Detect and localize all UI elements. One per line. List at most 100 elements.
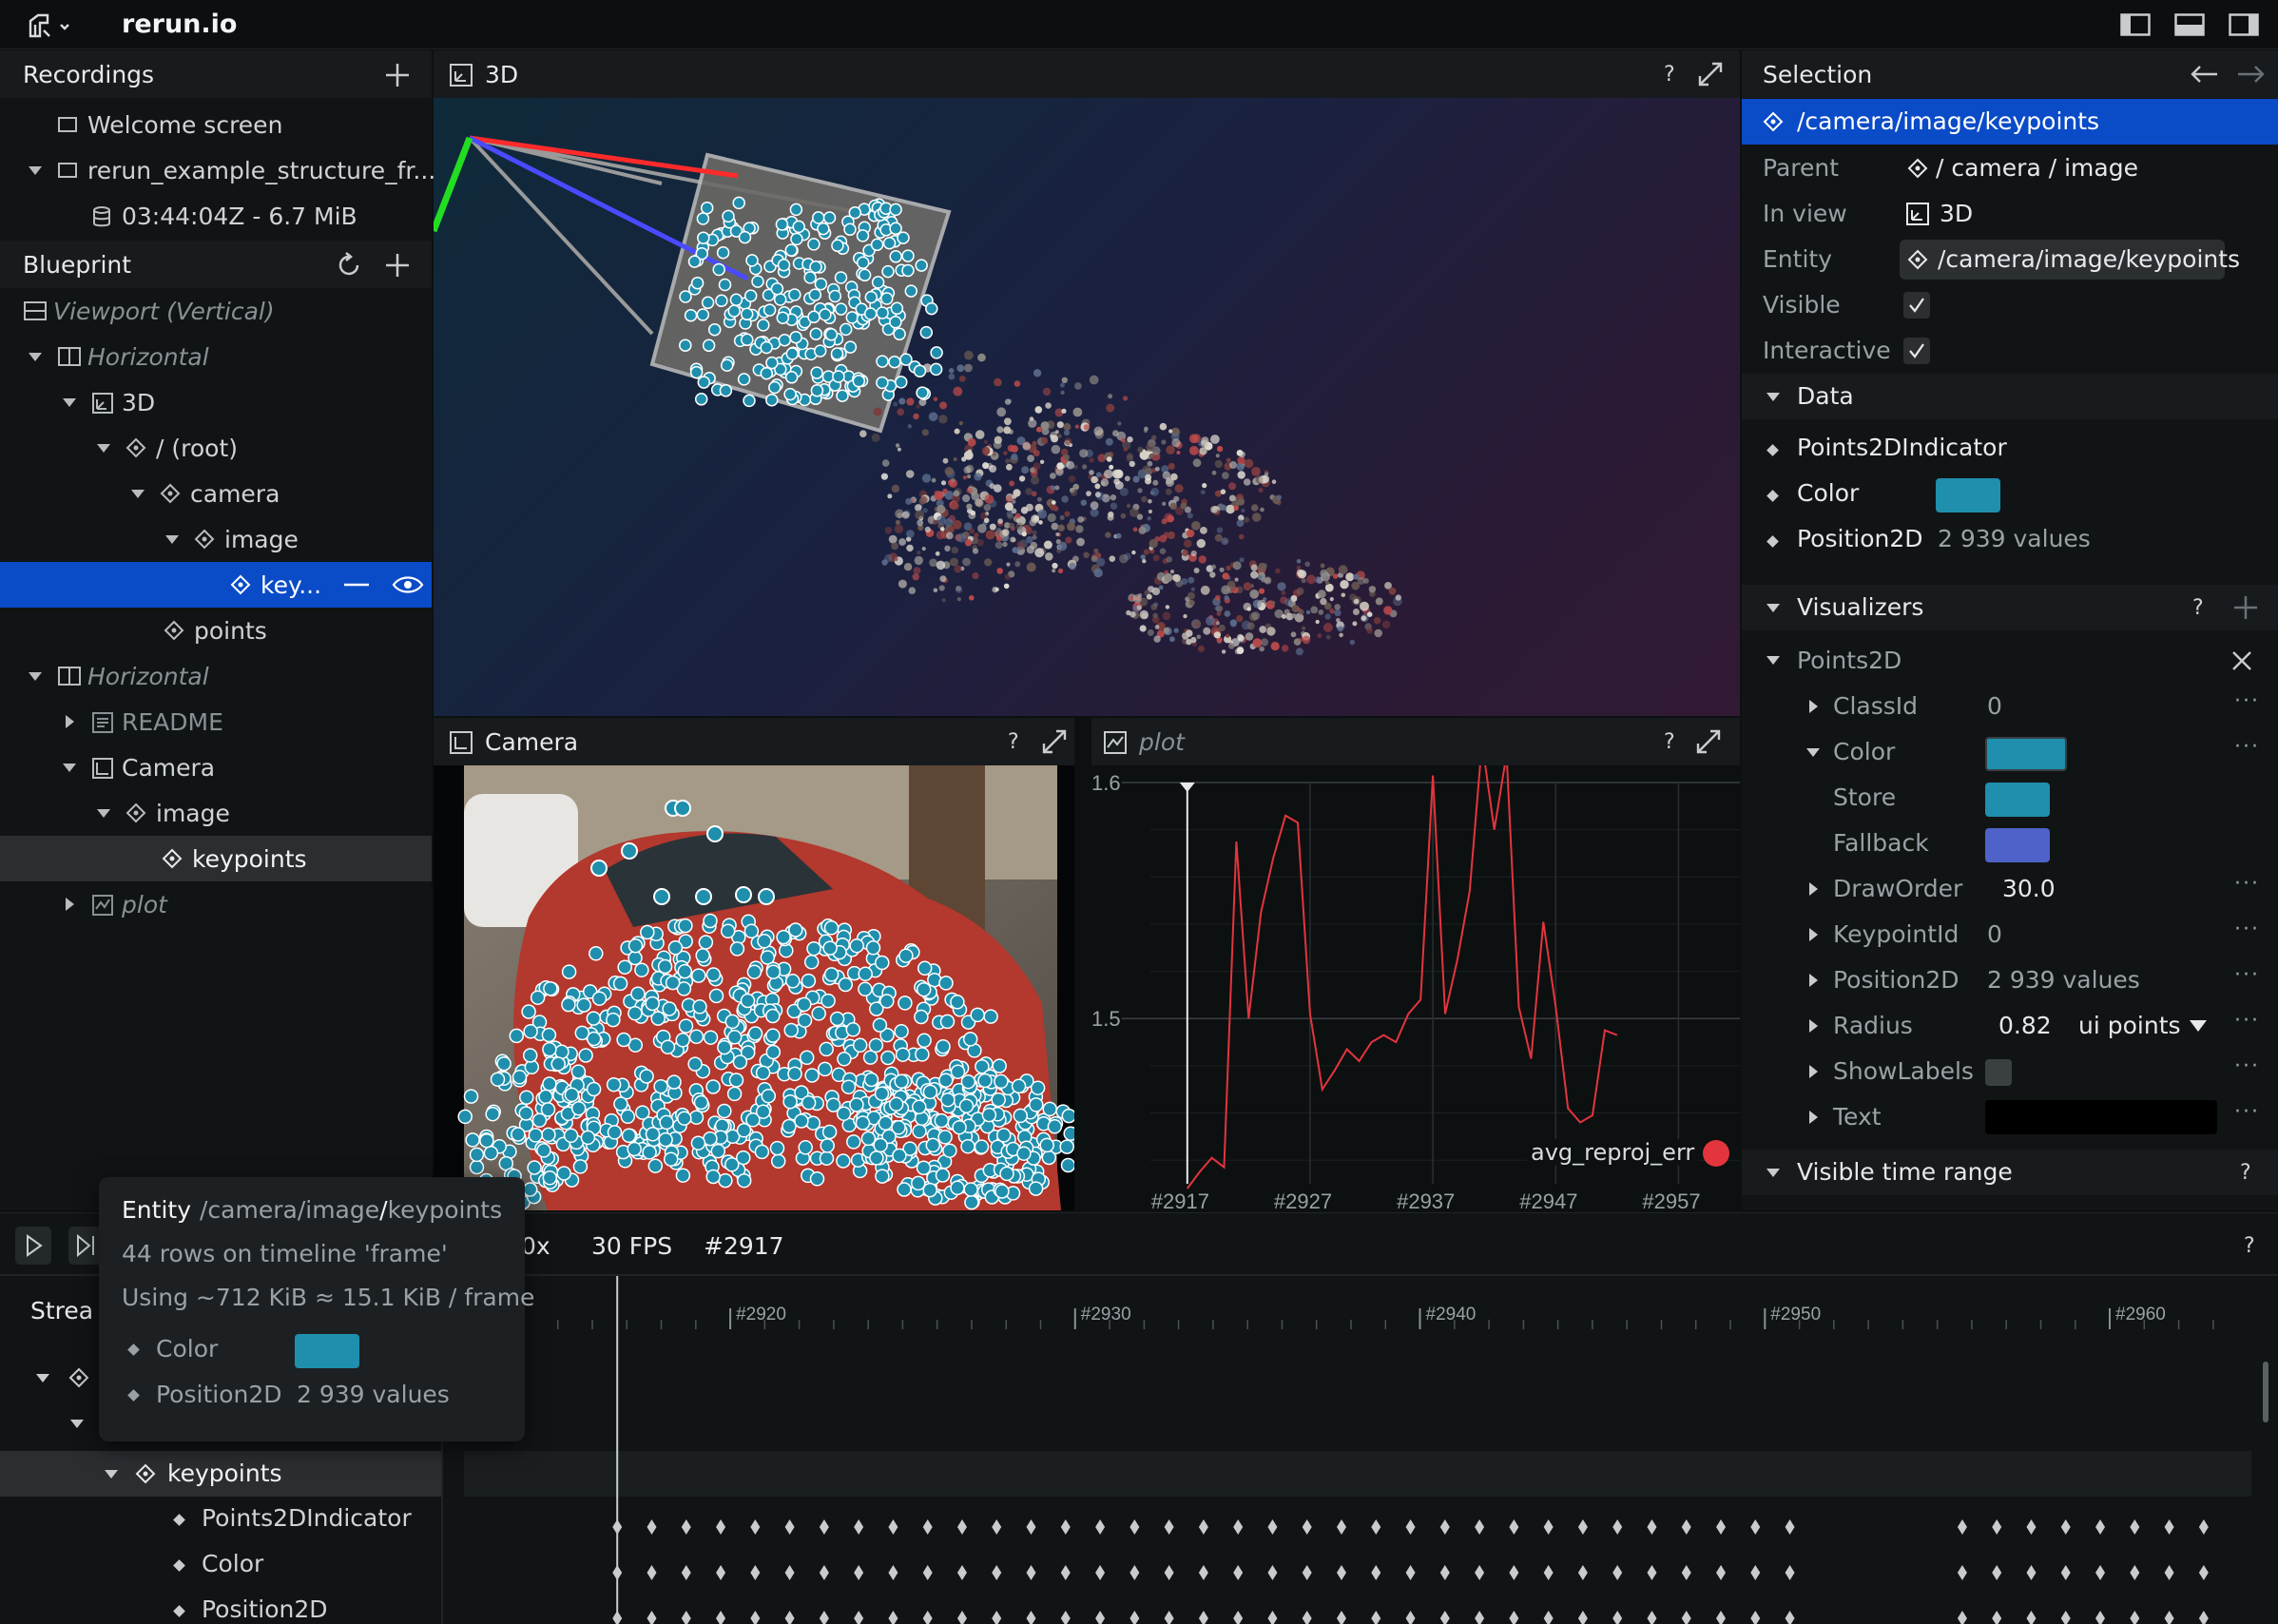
view-3d-canvas[interactable] <box>434 98 1740 716</box>
maximize-icon[interactable] <box>1040 727 1069 756</box>
more-options-icon[interactable]: ··· <box>2234 1100 2260 1124</box>
event-marker[interactable] <box>2130 1611 2140 1624</box>
chevron-down-icon[interactable] <box>27 667 44 685</box>
in-view-value[interactable]: 3D <box>1940 200 1973 227</box>
event-marker[interactable] <box>1543 1519 1554 1535</box>
event-marker[interactable] <box>1129 1565 1140 1580</box>
event-marker[interactable] <box>1612 1611 1623 1624</box>
view-3d-item[interactable]: 3D <box>0 379 432 425</box>
event-marker[interactable] <box>922 1565 933 1580</box>
event-marker[interactable] <box>992 1519 1002 1535</box>
event-marker[interactable] <box>1164 1519 1174 1535</box>
toggle-left-panel-icon[interactable] <box>2120 13 2151 36</box>
event-marker[interactable] <box>1302 1565 1312 1580</box>
event-marker[interactable] <box>681 1611 691 1624</box>
event-marker[interactable] <box>1750 1611 1761 1624</box>
eye-icon[interactable] <box>392 574 424 595</box>
event-marker[interactable] <box>2060 1611 2071 1624</box>
fallback-swatch[interactable] <box>1985 828 2050 862</box>
rerun-logo-icon[interactable] <box>27 11 72 40</box>
event-marker[interactable] <box>1060 1519 1071 1535</box>
data-section-header[interactable]: Data <box>1742 374 2278 419</box>
data-color-swatch[interactable] <box>1936 478 2000 512</box>
event-marker[interactable] <box>1405 1565 1416 1580</box>
event-marker[interactable] <box>681 1565 691 1580</box>
timeline-help-icon[interactable]: ? <box>2244 1234 2255 1258</box>
event-marker[interactable] <box>750 1519 761 1535</box>
event-marker[interactable] <box>854 1611 864 1624</box>
playback-speed[interactable]: 0x <box>521 1232 550 1260</box>
event-marker[interactable] <box>647 1611 657 1624</box>
component-color[interactable]: Color <box>202 1550 263 1577</box>
event-marker[interactable] <box>681 1519 691 1535</box>
horizontal-container-2[interactable]: Horizontal <box>0 653 432 699</box>
chevron-down-icon[interactable] <box>61 759 78 776</box>
visible-checkbox[interactable] <box>1903 292 1930 319</box>
chevron-down-icon[interactable] <box>61 394 78 411</box>
event-marker[interactable] <box>1475 1565 1485 1580</box>
event-marker[interactable] <box>2095 1611 2106 1624</box>
recording-meta-item[interactable]: 03:44:04Z - 6.7 MiB <box>0 193 432 239</box>
chevron-right-icon[interactable] <box>1805 1109 1822 1126</box>
plot-help-icon[interactable]: ? <box>1664 730 1675 754</box>
keypoints-stream-row[interactable]: keypoints <box>0 1451 441 1497</box>
event-marker[interactable] <box>1509 1519 1519 1535</box>
parent-value[interactable]: / camera / image <box>1936 154 2138 182</box>
chevron-right-icon[interactable] <box>61 713 78 730</box>
camera-view-item[interactable]: Camera <box>0 744 432 790</box>
selection-path-bar[interactable]: /camera/image/keypoints <box>1742 99 2278 145</box>
event-marker[interactable] <box>2198 1611 2209 1624</box>
event-marker[interactable] <box>1026 1611 1036 1624</box>
event-marker[interactable] <box>2095 1519 2106 1535</box>
camera-canvas[interactable] <box>434 765 1074 1210</box>
chevron-right-icon[interactable] <box>1805 926 1822 943</box>
event-marker[interactable] <box>1267 1565 1278 1580</box>
event-marker[interactable] <box>784 1565 795 1580</box>
chevron-down-icon[interactable] <box>129 485 146 502</box>
event-marker[interactable] <box>956 1611 967 1624</box>
cam-keypoints-entity-item[interactable]: keypoints <box>0 836 432 881</box>
event-marker[interactable] <box>992 1565 1002 1580</box>
event-marker[interactable] <box>1198 1519 1208 1535</box>
color-label[interactable]: Color <box>1833 738 1895 765</box>
event-marker[interactable] <box>2026 1565 2037 1580</box>
event-marker[interactable] <box>888 1611 898 1624</box>
remove-icon[interactable] <box>342 575 371 594</box>
event-marker[interactable] <box>2026 1519 2037 1535</box>
event-marker[interactable] <box>1543 1611 1554 1624</box>
event-marker[interactable] <box>1095 1519 1106 1535</box>
event-marker[interactable] <box>1475 1519 1485 1535</box>
add-view-icon[interactable] <box>384 252 411 279</box>
event-marker[interactable] <box>1371 1519 1381 1535</box>
plot-view-item[interactable]: plot <box>0 881 432 927</box>
image-entity-item[interactable]: image <box>0 516 432 562</box>
event-marker[interactable] <box>1405 1611 1416 1624</box>
toggle-right-panel-icon[interactable] <box>2229 13 2259 36</box>
event-marker[interactable] <box>922 1611 933 1624</box>
event-marker[interactable] <box>1785 1519 1795 1535</box>
event-marker[interactable] <box>784 1519 795 1535</box>
event-marker[interactable] <box>1716 1565 1727 1580</box>
back-arrow-icon[interactable] <box>2189 63 2219 86</box>
points-entity-item[interactable]: points <box>0 608 432 653</box>
event-marker[interactable] <box>992 1611 1002 1624</box>
event-marker[interactable] <box>1439 1611 1450 1624</box>
event-marker[interactable] <box>1612 1519 1623 1535</box>
draworder-label[interactable]: DrawOrder <box>1833 875 1962 902</box>
visualizers-help-icon[interactable]: ? <box>2192 596 2204 620</box>
event-marker[interactable] <box>1026 1519 1036 1535</box>
event-marker[interactable] <box>1543 1565 1554 1580</box>
event-marker[interactable] <box>888 1519 898 1535</box>
radius-value[interactable]: 0.82 <box>1998 1012 2052 1039</box>
event-marker[interactable] <box>1337 1611 1346 1624</box>
chevron-down-icon[interactable] <box>68 1415 86 1432</box>
event-marker[interactable] <box>1439 1565 1450 1580</box>
position2d-label[interactable]: Position2D <box>1833 966 1959 994</box>
event-marker[interactable] <box>1647 1565 1657 1580</box>
event-marker[interactable] <box>716 1565 726 1580</box>
root-entity-item[interactable]: / (root) <box>0 425 432 471</box>
chevron-right-icon[interactable] <box>1805 1063 1822 1080</box>
event-marker[interactable] <box>1647 1519 1657 1535</box>
event-marker[interactable] <box>1302 1611 1312 1624</box>
data-item-position[interactable]: Position2D <box>1797 525 1923 552</box>
